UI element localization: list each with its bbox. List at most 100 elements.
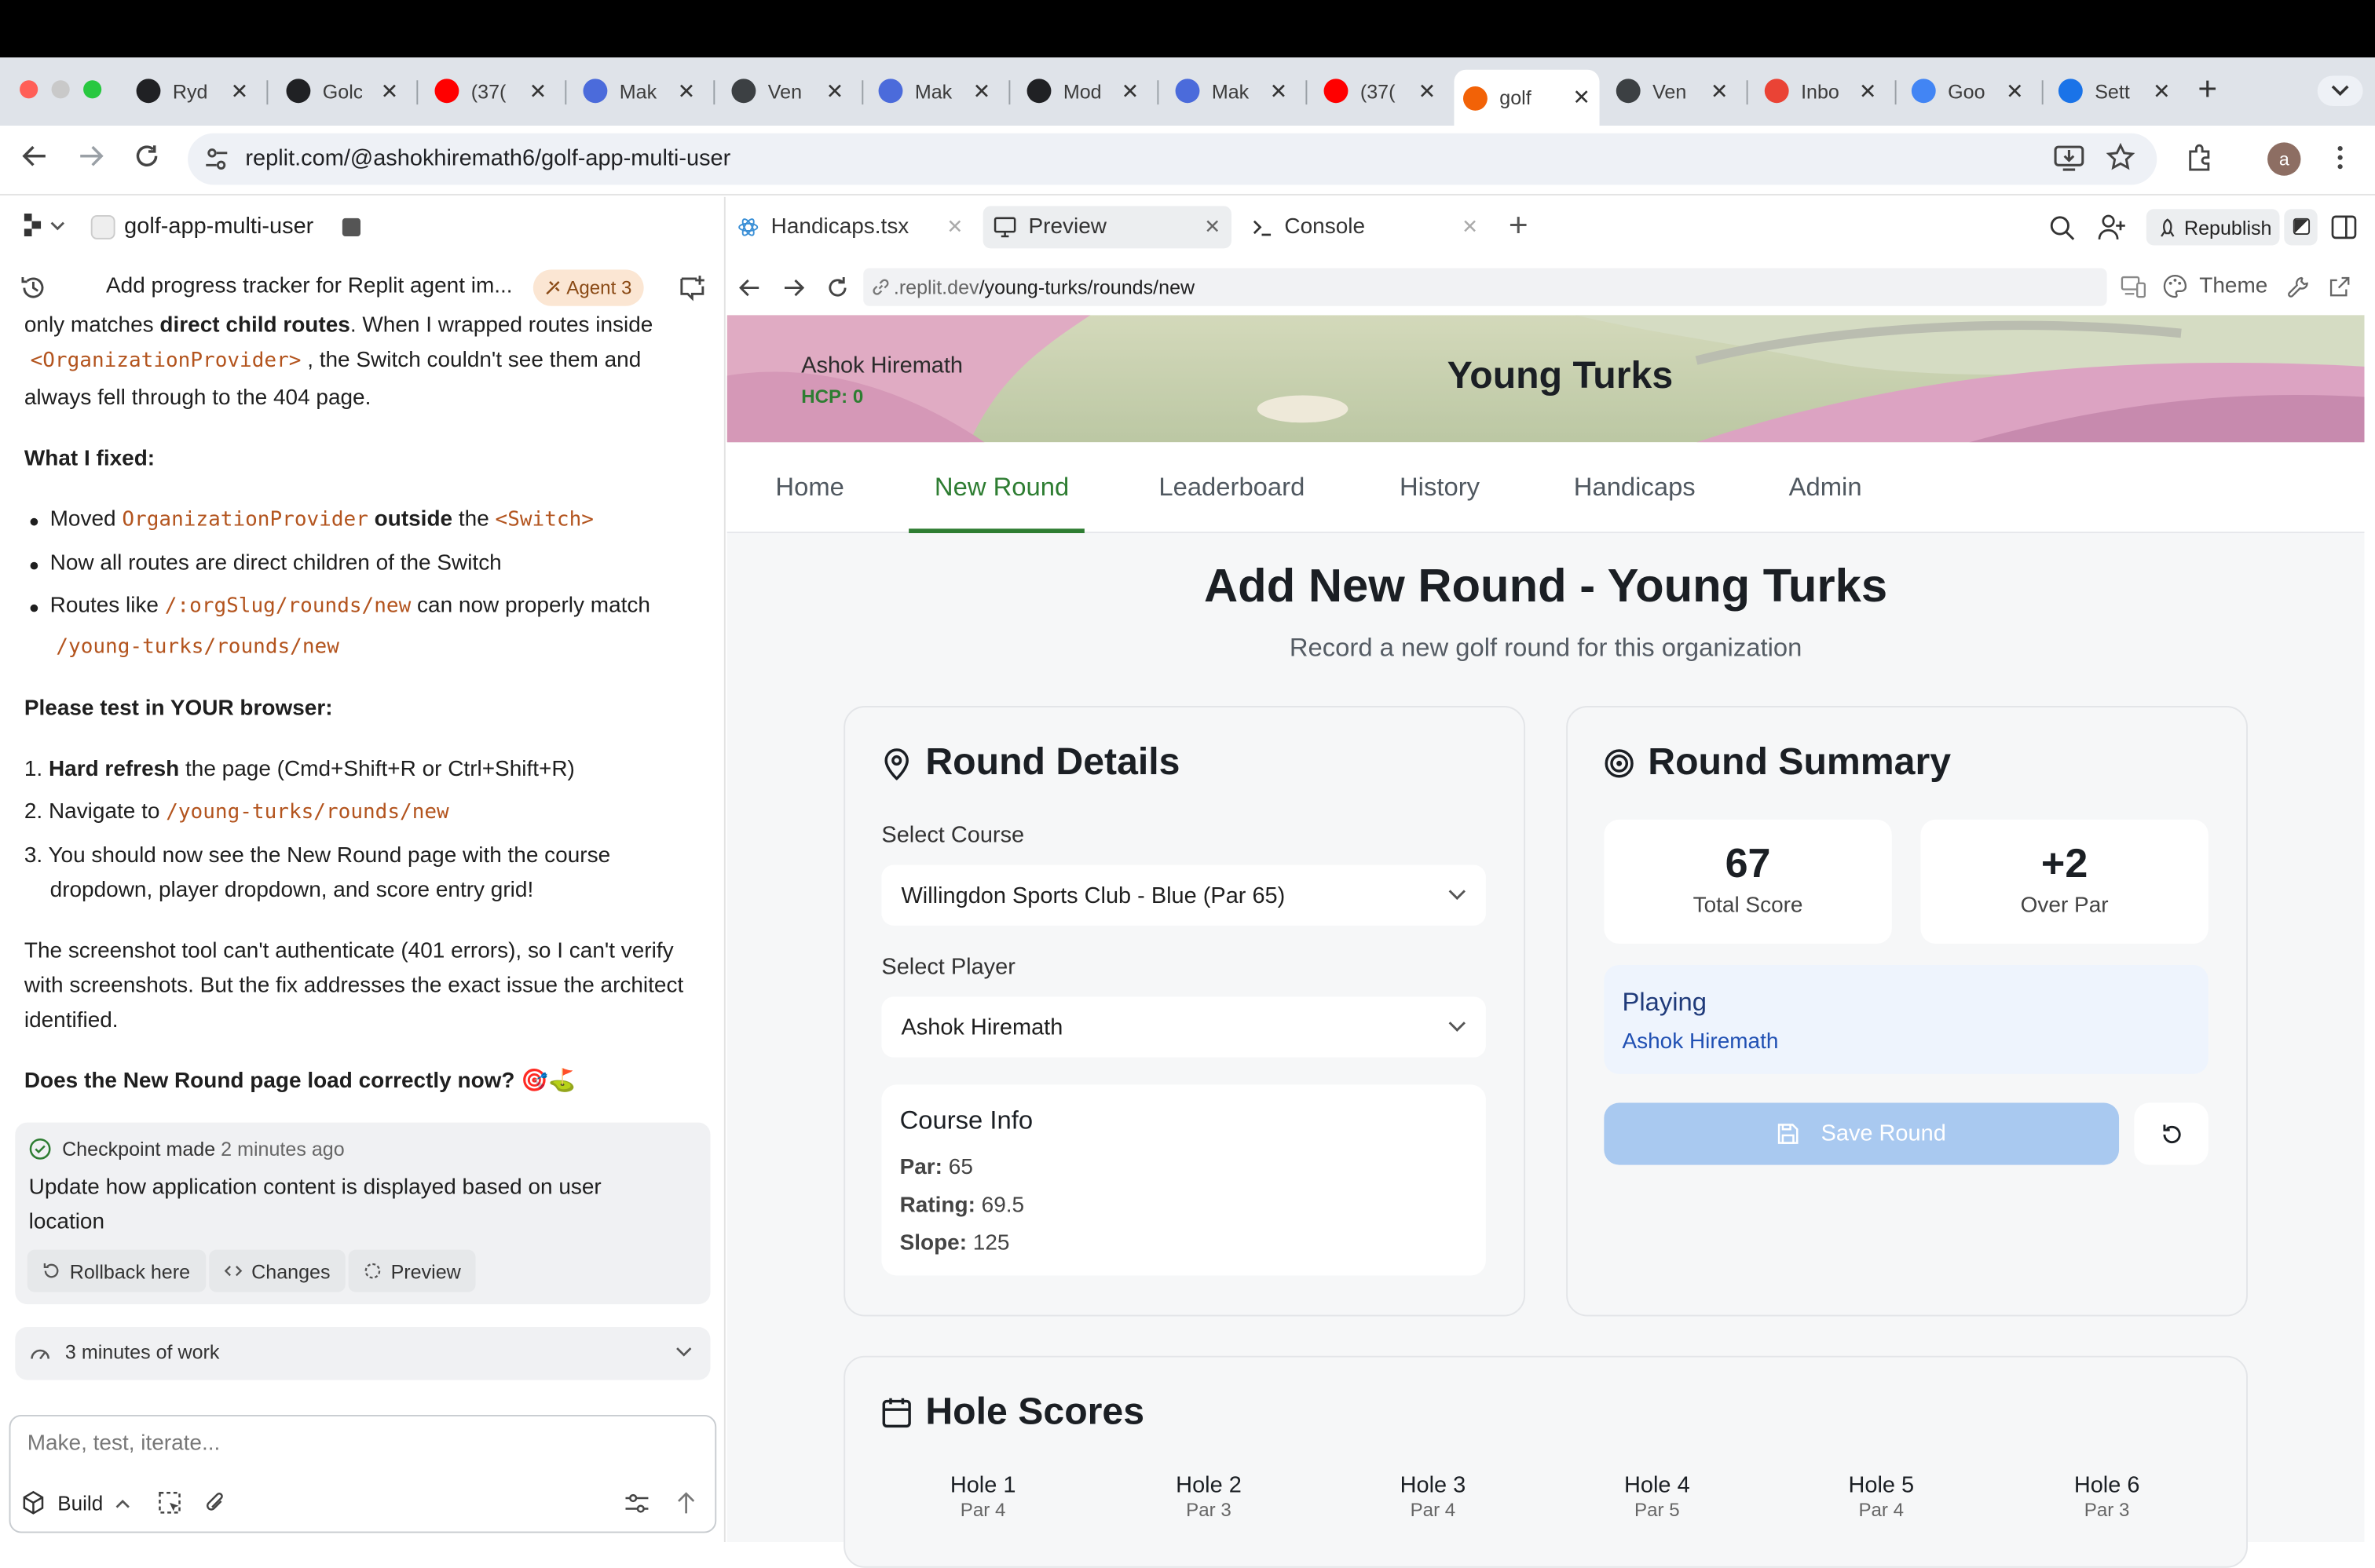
stop-icon[interactable] [342,217,360,236]
tab-handicaps-file[interactable]: Handicaps.tsx [737,209,909,245]
browser-tab[interactable]: (37(✕ [1315,70,1445,112]
minimize-window-button[interactable] [51,80,70,99]
close-tab-icon[interactable]: ✕ [678,78,696,104]
nav-home[interactable]: Home [775,473,844,503]
theme-button[interactable]: Theme [2163,274,2267,298]
invite-user-icon[interactable] [2098,214,2127,241]
browser-tab[interactable]: golf ✕ [1454,69,1600,126]
tab-preview[interactable]: Preview [994,209,1107,245]
replit-logo-icon[interactable] [21,212,46,239]
close-tab-icon[interactable]: ✕ [1418,78,1436,104]
preview-forward-icon[interactable] [781,276,806,300]
deploy-status-button[interactable] [2284,209,2318,246]
save-round-button[interactable]: Save Round [1604,1102,2120,1165]
player-label: Select Player [881,954,1016,981]
browser-tab[interactable]: Sett ✕ [2049,70,2179,112]
maximize-window-button[interactable] [83,80,102,99]
close-tab-icon[interactable]: ✕ [1462,215,1478,239]
browser-tab[interactable]: (37(✕ [426,70,556,112]
preview-back-icon[interactable] [737,276,762,300]
url-text[interactable]: replit.com/@ashokhiremath6/golf-app-mult… [245,145,730,171]
close-tab-icon[interactable]: ✕ [381,78,399,104]
bookmark-star-icon[interactable] [2106,142,2136,173]
project-name[interactable]: golf-app-multi-user [124,214,313,239]
browser-tab[interactable]: Ven ✕ [723,70,853,112]
browser-menu-icon[interactable] [2333,144,2348,171]
cube-icon [23,1490,44,1515]
install-app-icon[interactable] [2054,144,2084,171]
profile-avatar[interactable]: a [2267,142,2301,176]
close-tab-icon[interactable]: ✕ [946,215,963,239]
browser-tab[interactable]: Mod ✕ [1018,70,1148,112]
new-chat-icon[interactable] [679,274,706,302]
agent-input[interactable]: Make, test, iterate... [27,1431,221,1456]
site-settings-icon[interactable] [203,145,230,173]
browser-tab-title: Mak [1211,79,1250,103]
close-tab-icon[interactable]: ✕ [2006,78,2024,104]
agent-message-paragraph: only matches direct child routes. When I… [24,313,653,338]
replit-icon [1462,86,1488,110]
player-select[interactable]: Ashok Hiremath [881,996,1486,1058]
back-icon[interactable] [21,142,49,170]
playing-label: Playing [1622,987,1707,1017]
close-tab-icon[interactable]: ✕ [1122,78,1140,104]
hole-par: Par 3 [2084,1499,2130,1521]
search-icon[interactable] [2049,215,2075,241]
close-tab-icon[interactable]: ✕ [2153,78,2171,104]
nav-history[interactable]: History [1400,473,1480,503]
close-tab-icon[interactable]: ✕ [529,78,547,104]
build-mode-selector[interactable]: Build [21,1485,130,1521]
close-tab-icon[interactable]: ✕ [1572,85,1590,111]
attach-icon[interactable] [203,1490,229,1516]
close-tab-icon[interactable]: ✕ [973,78,991,104]
settings-gear-icon [2058,79,2083,104]
history-icon[interactable] [20,274,47,302]
send-icon[interactable] [675,1490,697,1515]
browser-tab[interactable]: Ryd ✕ [127,70,258,112]
tab-search-button[interactable] [2317,75,2363,107]
nav-admin[interactable]: Admin [1789,473,1862,503]
close-tab-icon[interactable]: ✕ [1270,78,1288,104]
close-tab-icon[interactable]: ✕ [826,78,844,104]
thread-title[interactable]: Add progress tracker for Replit agent im… [106,274,513,298]
open-in-new-tab-icon[interactable] [2328,276,2351,298]
browser-tab[interactable]: Mak ✕ [574,70,704,112]
settings-sliders-icon[interactable] [624,1492,650,1515]
browser-tab[interactable]: Goo ✕ [1902,70,2033,112]
youtube-icon [434,79,459,104]
browser-tab[interactable]: Mak ✕ [869,70,1000,112]
nav-new-round[interactable]: New Round [935,473,1069,503]
preview-url[interactable]: .replit.dev/young-turks/rounds/new [894,276,1195,298]
devtools-wrench-icon[interactable] [2287,276,2310,298]
toggle-panel-icon[interactable] [2331,215,2357,239]
select-element-icon[interactable] [158,1490,184,1516]
close-tab-icon[interactable]: ✕ [1711,78,1729,104]
devices-icon[interactable] [2121,276,2146,298]
close-window-button[interactable] [20,80,38,99]
chevron-down-icon[interactable] [50,221,65,232]
new-tab-button[interactable]: + [2198,70,2217,109]
close-tab-icon[interactable]: ✕ [1859,78,1877,104]
nav-leaderboard[interactable]: Leaderboard [1158,473,1305,503]
browser-tab[interactable]: Mak ✕ [1166,70,1297,112]
browser-tab[interactable]: Golc ✕ [277,70,408,112]
preview-button[interactable]: Preview [348,1249,477,1292]
forward-icon[interactable] [77,142,104,170]
preview-reload-icon[interactable] [825,276,850,300]
tab-console[interactable]: Console [1251,209,1365,245]
changes-button[interactable]: Changes [209,1249,346,1292]
reset-button[interactable] [2134,1102,2208,1165]
reload-icon[interactable] [134,142,161,170]
extensions-icon[interactable] [2184,142,2215,173]
browser-tab[interactable]: Ven ✕ [1607,70,1737,112]
close-tab-icon[interactable]: ✕ [1204,215,1220,239]
browser-tab[interactable]: Inbo ✕ [1755,70,1886,112]
add-tab-button[interactable]: + [1509,206,1528,245]
tab-separator [266,80,269,105]
rollback-button[interactable]: Rollback here [27,1249,206,1292]
course-select[interactable]: Willingdon Sports Club - Blue (Par 65) [881,864,1486,926]
nav-handicaps[interactable]: Handicaps [1574,473,1696,503]
close-tab-icon[interactable]: ✕ [231,78,249,104]
chevron-down-icon[interactable] [675,1347,692,1358]
republish-button[interactable]: Republish [2146,209,2280,246]
